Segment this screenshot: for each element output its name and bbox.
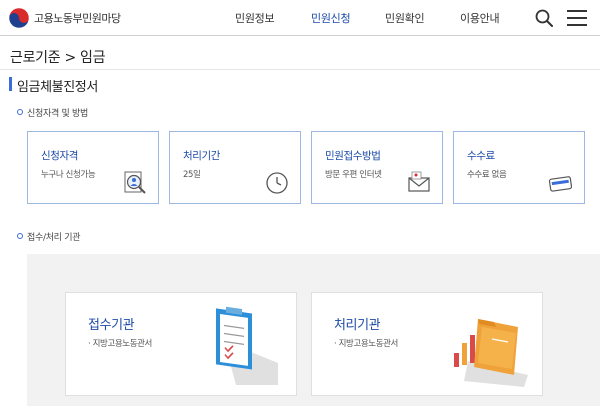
page-title: 임금체불진정서 bbox=[17, 80, 98, 95]
card-desc: 25일 bbox=[183, 170, 201, 180]
card-desc: 누구나 신청가능 bbox=[41, 170, 96, 180]
mail-icon bbox=[408, 171, 430, 192]
info-card-processing-period: 처리기간 25일 bbox=[169, 131, 301, 204]
clock-icon bbox=[266, 172, 288, 194]
section-title-eligibility: 신청자격 및 방법 bbox=[27, 109, 88, 119]
search-icon[interactable] bbox=[535, 9, 553, 27]
info-card-fee: 수수료 수수료 없음 bbox=[453, 131, 585, 204]
agency-title: 처리기관 bbox=[334, 318, 381, 333]
agency-card-processing: 처리기관 · 지방고용노동관서 bbox=[311, 292, 543, 396]
agency-desc: · 지방고용노동관서 bbox=[334, 339, 398, 349]
site-logo-text: 고용노동부민원마당 bbox=[34, 12, 121, 25]
nav-item-guide[interactable]: 이용안내 bbox=[460, 10, 500, 26]
card-desc: 방문 우편 인터넷 bbox=[325, 170, 382, 180]
card-title: 처리기간 bbox=[183, 150, 221, 162]
agency-desc: · 지방고용노동관서 bbox=[88, 339, 152, 349]
nav-item-info[interactable]: 민원정보 bbox=[235, 10, 275, 26]
site-logo[interactable]: 고용노동부민원마당 bbox=[8, 7, 121, 29]
taegeuk-logo-icon bbox=[8, 7, 30, 29]
clipboard-icon bbox=[216, 306, 278, 385]
breadcrumb: 근로기준 > 임금 bbox=[10, 50, 106, 66]
title-accent-bar bbox=[9, 77, 12, 91]
section-bullet-icon bbox=[17, 233, 23, 239]
section-bullet-icon bbox=[17, 109, 23, 115]
info-card-eligibility: 신청자격 누구나 신청가능 bbox=[27, 131, 159, 204]
hamburger-menu-icon[interactable] bbox=[567, 10, 587, 26]
nav-item-apply[interactable]: 민원신청 bbox=[311, 10, 351, 26]
card-desc: 수수료 없음 bbox=[467, 170, 507, 180]
agency-title: 접수기관 bbox=[88, 318, 135, 333]
section-title-agency: 접수/처리 기관 bbox=[27, 233, 81, 243]
agency-card-receiving: 접수기관 · 지방고용노동관서 bbox=[65, 292, 297, 396]
nav-item-check[interactable]: 민원확인 bbox=[385, 10, 425, 26]
card-title: 수수료 bbox=[467, 150, 495, 162]
card-title: 신청자격 bbox=[41, 150, 79, 162]
person-magnifier-icon bbox=[124, 171, 146, 194]
folder-chart-icon bbox=[454, 319, 528, 387]
card-title: 민원접수방법 bbox=[325, 150, 381, 162]
divider bbox=[0, 69, 600, 70]
info-card-submission-method: 민원접수방법 방문 우편 인터넷 bbox=[311, 131, 443, 204]
top-header: 고용노동부민원마당 민원정보 민원신청 민원확인 이용안내 bbox=[0, 0, 600, 36]
card-icon bbox=[548, 176, 573, 192]
